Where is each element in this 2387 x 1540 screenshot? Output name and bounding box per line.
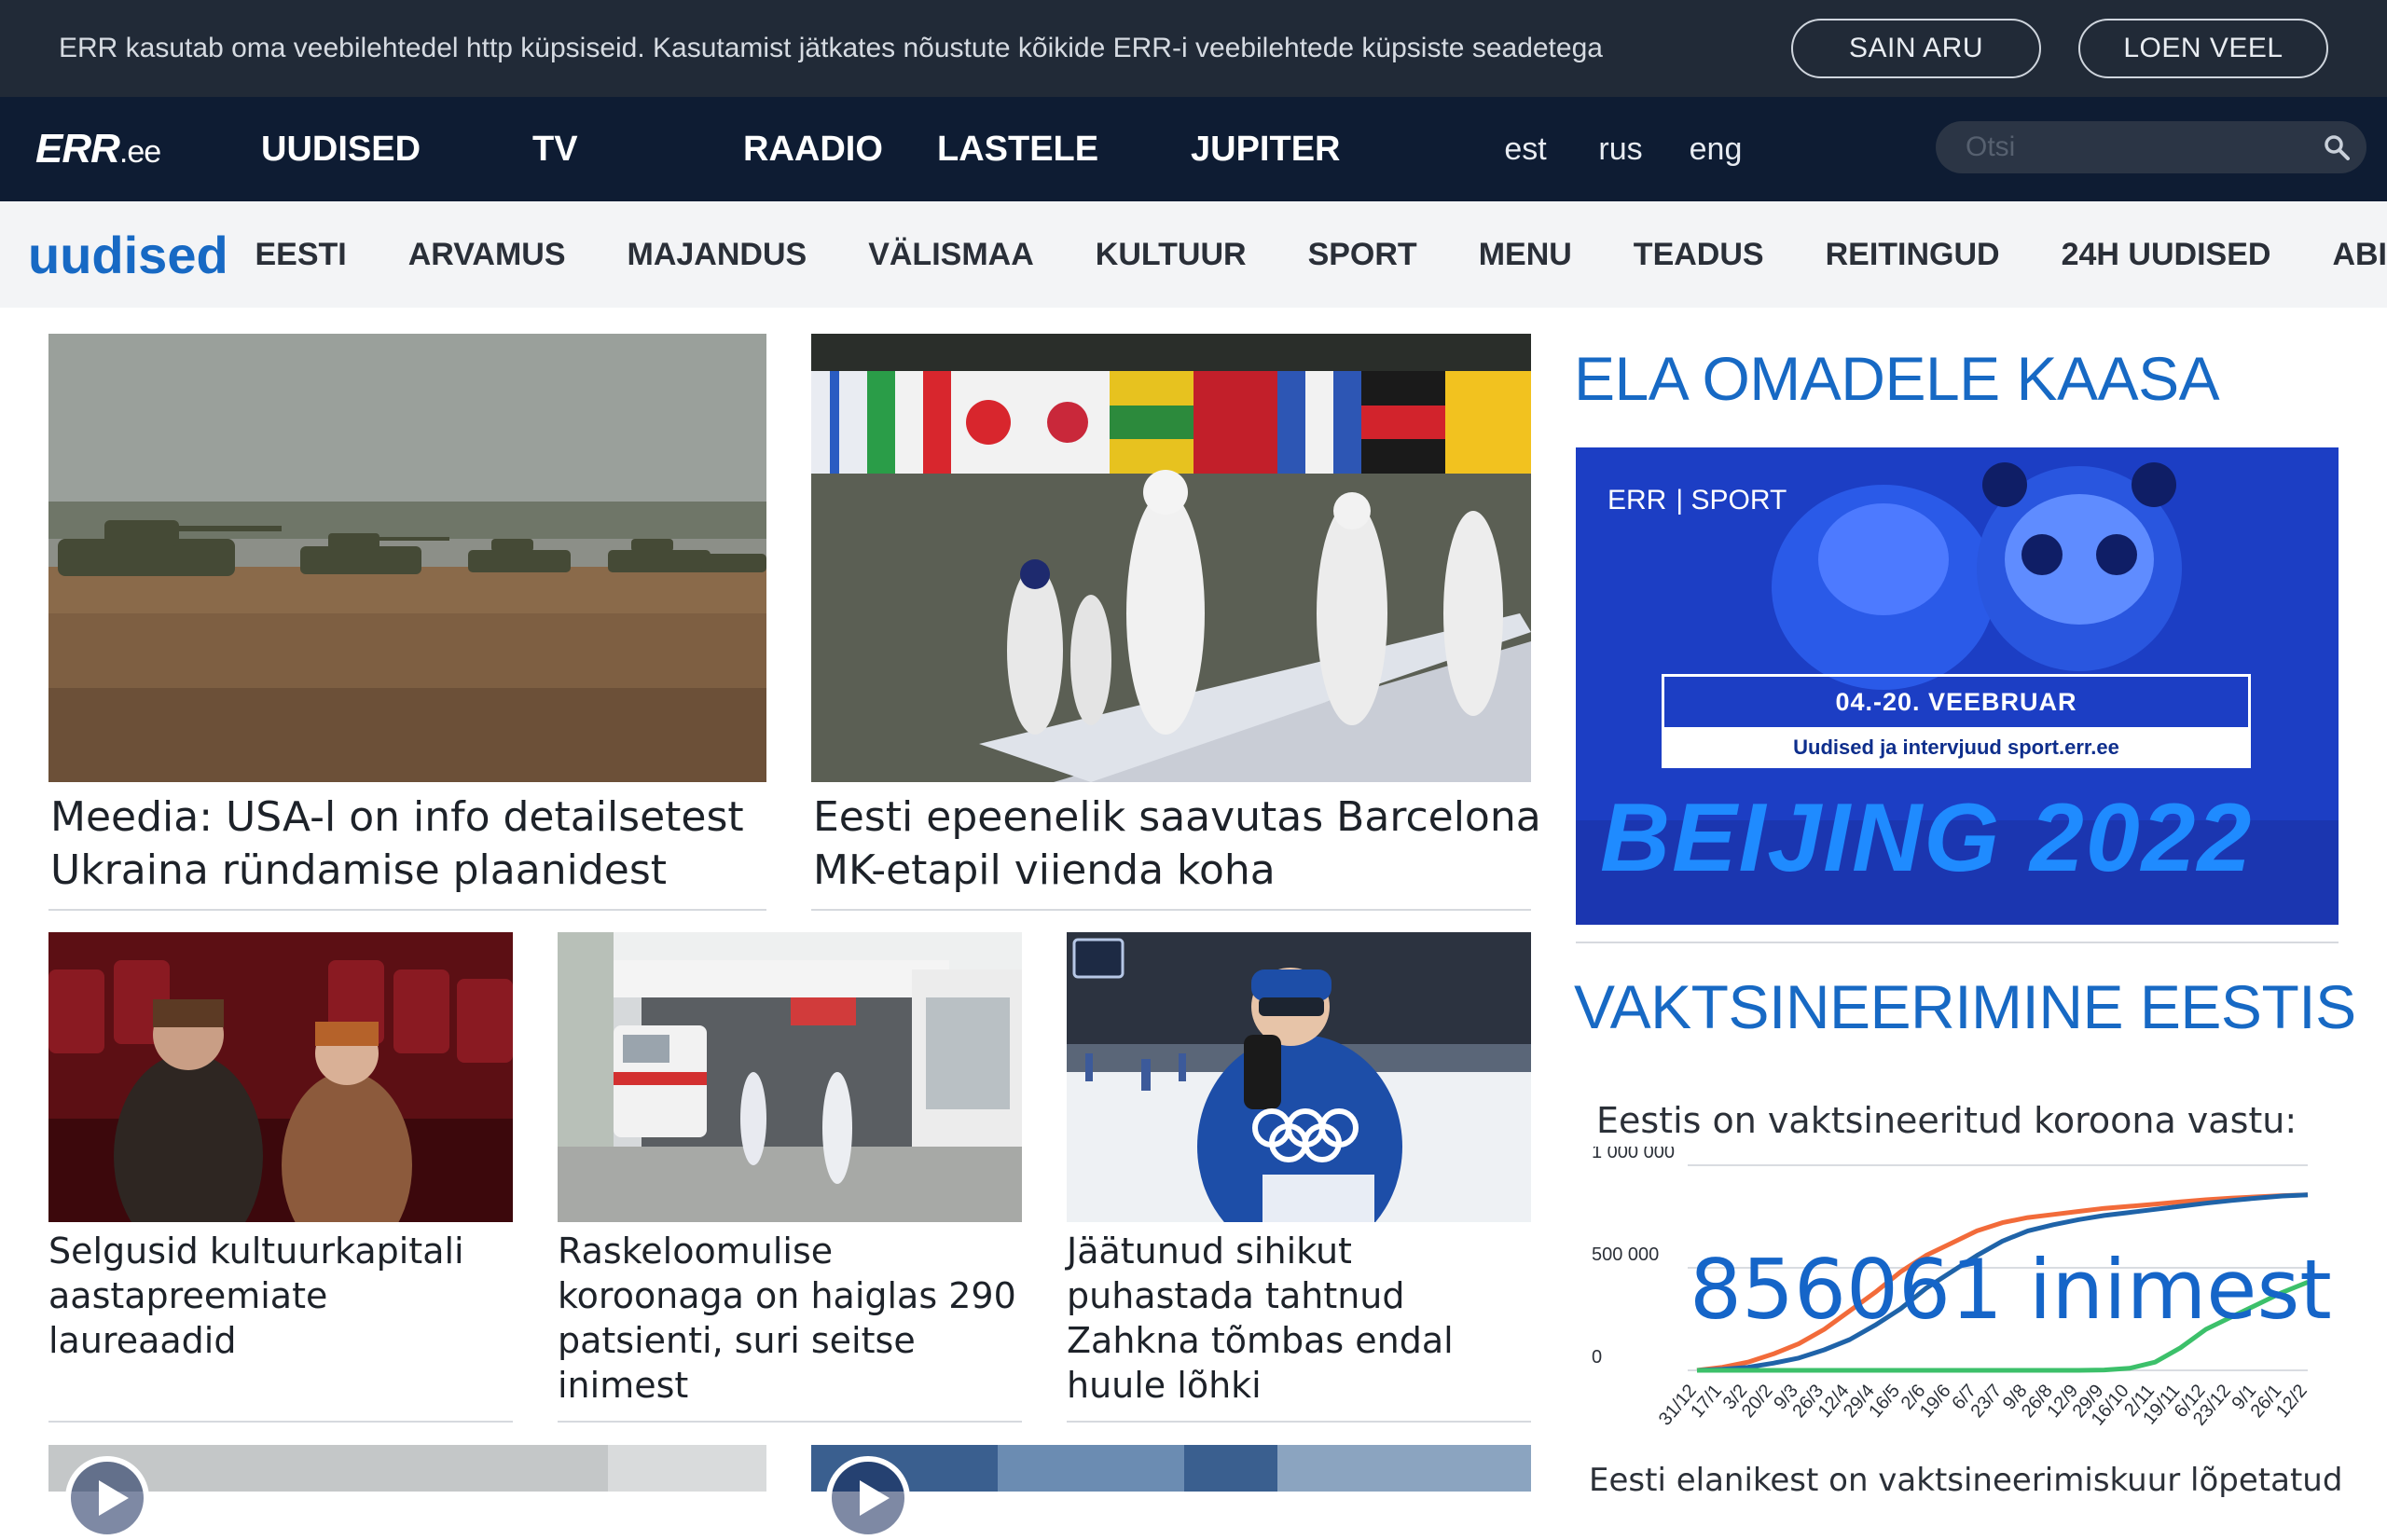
lang-eng[interactable]: eng [1668,131,1763,168]
play-icon[interactable] [826,1456,910,1540]
banner-headline: BEIJING 2022 [1600,784,2254,892]
subnav-menu[interactable]: MENU [1479,237,1572,273]
sidebar-title: VAKTSINEERIMINE EESTIS [1574,972,2356,1041]
subnav-abi[interactable]: ABI [2332,237,2387,273]
y-tick-label: 0 [1592,1347,1602,1368]
article-headline[interactable]: Raskeloomulise koroonaga on haiglas 290 … [558,1229,1022,1408]
search-box [1936,121,2366,173]
y-tick-label: 500 000 [1592,1244,1659,1265]
y-tick-label: 1 000 000 [1592,1147,1675,1162]
cookie-text: ERR kasutab oma veebilehtedel http küpsi… [59,33,1603,63]
section-title[interactable]: uudised [28,225,255,285]
article-image-fencing[interactable] [811,334,1531,782]
nav-item-lastele[interactable]: LASTELE [937,130,1191,170]
divider [48,909,766,911]
vaccination-count: 856061 inimest [1690,1242,2332,1338]
article-image-ambulance[interactable] [558,932,1022,1222]
sidebar-title: ELA OMADELE KAASA [1574,344,2220,413]
cookie-accept-button[interactable]: SAIN ARU [1791,19,2041,78]
divider [558,1421,1022,1423]
article-headline[interactable]: Selgusid kultuurkapitali aastapreemiate … [48,1229,513,1363]
banner-logo: ERR | SPORT [1607,485,1787,516]
subnav-eesti[interactable]: EESTI [255,237,347,273]
cookie-bar: ERR kasutab oma veebilehtedel http küpsi… [0,0,2387,97]
divider [811,909,1531,911]
x-tick-label: 12/2 [2272,1381,2311,1422]
play-icon[interactable] [65,1456,149,1540]
article-image-video[interactable] [811,1445,1531,1492]
nav-item-tv[interactable]: TV [471,130,657,170]
search-input[interactable] [1966,131,2320,163]
subnav-kultuur[interactable]: KULTUUR [1096,237,1247,273]
article-image-biathlon[interactable] [1067,932,1531,1222]
vaccination-label: Eestis on vaktsineeritud koroona vastu: [1596,1100,2297,1141]
article-image-tanks[interactable] [48,334,766,782]
divider [1576,942,2339,943]
logo-suffix: .ee [118,134,161,170]
banner-logo-label: | SPORT [1676,485,1787,516]
nav-item-raadio[interactable]: RAADIO [657,130,937,170]
divider [48,1421,513,1423]
subnav-reitingud[interactable]: REITINGUD [1826,237,2000,273]
top-nav: ERR.ee UUDISED TV RAADIO LASTELE JUPITER… [0,97,2387,201]
subnav-teadus[interactable]: TEADUS [1634,237,1764,273]
banner-logo-text: ERR [1607,485,1667,516]
subnav-majandus[interactable]: MAJANDUS [628,237,807,273]
lang-rus[interactable]: rus [1573,131,1668,168]
logo-text: ERR [35,126,120,172]
lang-est[interactable]: est [1478,131,1573,168]
article-image-video[interactable] [48,1445,766,1492]
nav-item-uudised[interactable]: UUDISED [222,130,471,170]
search-icon[interactable] [2324,134,2350,160]
main-nav: UUDISED TV RAADIO LASTELE JUPITER [222,130,1489,170]
article-headline[interactable]: Eesti epeenelik saavutas Barcelona MK-et… [813,791,1550,897]
banner-dates: 04.-20. VEEBRUAR [1662,674,2251,730]
banner-subtitle: Uudised ja intervjuud sport.err.ee [1662,727,2251,768]
vaccination-footnote: Eesti elanikest on vaktsineerimiskuur lõ… [1589,1462,2343,1499]
err-logo[interactable]: ERR.ee [35,126,222,172]
subnav-24h-uudised[interactable]: 24H UUDISED [2062,237,2271,273]
article-image-cinema[interactable] [48,932,513,1222]
olympics-banner[interactable]: ERR | SPORT 04.-20. VEEBRUAR Uudised ja i… [1576,447,2339,925]
language-switch: est rus eng [1478,131,1763,168]
divider [1067,1421,1531,1423]
article-headline[interactable]: Meedia: USA-l on info detailsetest Ukrai… [50,791,787,897]
subnav-sport[interactable]: SPORT [1308,237,1417,273]
article-headline[interactable]: Jäätunud sihikut puhastada tahtnud Zahkn… [1067,1229,1531,1408]
cookie-more-button[interactable]: LOEN VEEL [2078,19,2328,78]
nav-item-jupiter[interactable]: JUPITER [1191,130,1489,170]
subnav-arvamus[interactable]: ARVAMUS [408,237,566,273]
subnav-valismaa[interactable]: VÄLISMAA [868,237,1034,273]
section-nav: uudised EESTI ARVAMUS MAJANDUS VÄLISMAA … [0,201,2387,308]
